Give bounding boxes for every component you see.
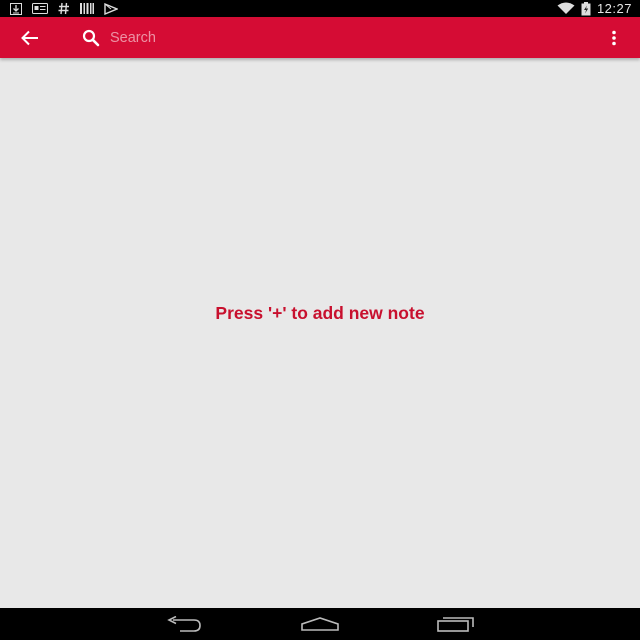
back-button[interactable] [18, 26, 42, 50]
app-screen: 12:27 Press '+' [0, 0, 640, 640]
barcode-icon [80, 0, 94, 17]
arrow-back-icon [21, 30, 38, 46]
recents-nav-icon [437, 617, 474, 632]
overflow-menu-button[interactable] [604, 27, 624, 49]
hashtag-icon [58, 0, 70, 17]
search-box [80, 23, 500, 53]
search-icon [80, 27, 102, 49]
notes-list-empty: Press '+' to add new note [0, 60, 640, 608]
download-icon [10, 0, 22, 17]
app-toolbar [0, 17, 640, 58]
status-notifications [0, 0, 118, 17]
navigation-bar [0, 608, 640, 640]
nav-back-button[interactable] [160, 612, 208, 636]
status-clock: 12:27 [596, 1, 632, 16]
status-system: 12:27 [557, 0, 640, 17]
battery-icon [581, 0, 591, 17]
more-vert-icon [612, 30, 616, 46]
home-nav-icon [301, 617, 339, 631]
nav-home-button[interactable] [298, 612, 342, 636]
empty-state-message: Press '+' to add new note [215, 303, 425, 323]
back-nav-icon [167, 616, 201, 632]
news-icon [32, 0, 48, 17]
status-bar: 12:27 [0, 0, 640, 17]
wifi-icon [557, 0, 575, 17]
play-store-icon [104, 0, 118, 17]
search-input[interactable] [110, 30, 470, 46]
nav-recents-button[interactable] [434, 612, 478, 636]
